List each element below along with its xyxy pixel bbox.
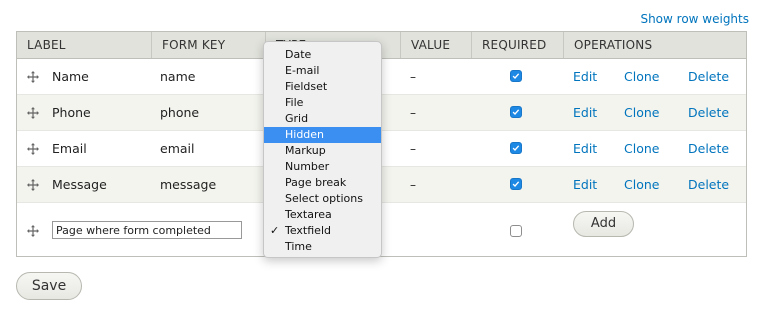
type-option-markup[interactable]: Markup	[264, 143, 381, 159]
column-header-operations: OPERATIONS	[563, 32, 746, 58]
option-label: Markup	[285, 144, 326, 157]
option-label: Grid	[285, 112, 309, 125]
required-checkbox[interactable]	[510, 142, 522, 154]
clone-link[interactable]: Clone	[624, 95, 659, 131]
drag-handle-icon[interactable]	[27, 107, 39, 119]
save-button[interactable]: Save	[16, 272, 82, 300]
option-label: Select options	[285, 192, 363, 205]
element-value: –	[410, 142, 416, 156]
element-label: Name	[52, 69, 89, 84]
type-option-date[interactable]: Date	[264, 47, 381, 63]
option-label: Time	[285, 240, 312, 253]
option-label: Number	[285, 160, 330, 173]
element-value: –	[410, 70, 416, 84]
element-label: Email	[52, 141, 87, 156]
option-label: E-mail	[285, 64, 320, 77]
column-header-required: REQUIRED	[471, 32, 563, 58]
type-option-hidden[interactable]: Hidden	[264, 127, 381, 143]
new-element-label-input[interactable]	[52, 221, 242, 239]
element-key: email	[160, 141, 195, 156]
type-option-fieldset[interactable]: Fieldset	[264, 79, 381, 95]
type-option-select-options[interactable]: Select options	[264, 191, 381, 207]
checkmark-icon	[512, 145, 520, 151]
drag-handle-icon[interactable]	[27, 143, 39, 155]
type-option-textfield[interactable]: ✓ Textfield	[264, 223, 381, 239]
webform-elements-page: Show row weights LABEL FORM KEY TYPE VAL…	[0, 0, 769, 318]
element-label: Message	[52, 177, 107, 192]
option-label: Textfield	[285, 224, 331, 237]
edit-link[interactable]: Edit	[573, 95, 597, 131]
type-option-grid[interactable]: Grid	[264, 111, 381, 127]
option-label: Fieldset	[285, 80, 328, 93]
option-label: File	[285, 96, 304, 109]
required-checkbox[interactable]	[510, 106, 522, 118]
drag-handle-icon[interactable]	[27, 225, 39, 237]
type-option-email[interactable]: E-mail	[264, 63, 381, 79]
checkmark-icon	[512, 181, 520, 187]
delete-link[interactable]: Delete	[688, 131, 729, 167]
element-value: –	[410, 178, 416, 192]
element-key: name	[160, 69, 196, 84]
option-label: Date	[285, 48, 312, 61]
column-header-label: LABEL	[27, 38, 66, 52]
delete-link[interactable]: Delete	[688, 167, 729, 203]
option-label: Textarea	[285, 208, 332, 221]
new-element-required-checkbox[interactable]	[510, 225, 522, 237]
column-header-form-key: FORM KEY	[151, 32, 265, 58]
element-label: Phone	[52, 105, 91, 120]
type-option-textarea[interactable]: Textarea	[264, 207, 381, 223]
show-row-weights-link[interactable]: Show row weights	[640, 12, 749, 26]
type-option-file[interactable]: File	[264, 95, 381, 111]
type-dropdown-menu: Date E-mail Fieldset File Grid Hidden Ma…	[263, 41, 382, 258]
type-option-time[interactable]: Time	[264, 239, 381, 255]
required-checkbox[interactable]	[510, 178, 522, 190]
checkmark-icon: ✓	[270, 224, 280, 237]
checkmark-icon	[512, 73, 520, 79]
element-value: –	[410, 106, 416, 120]
type-option-number[interactable]: Number	[264, 159, 381, 175]
required-checkbox[interactable]	[510, 70, 522, 82]
edit-link[interactable]: Edit	[573, 59, 597, 95]
column-header-value: VALUE	[400, 32, 471, 58]
delete-link[interactable]: Delete	[688, 95, 729, 131]
element-key: phone	[160, 105, 200, 120]
option-label: Page break	[285, 176, 347, 189]
edit-link[interactable]: Edit	[573, 167, 597, 203]
element-key: message	[160, 177, 217, 192]
clone-link[interactable]: Clone	[624, 59, 659, 95]
delete-link[interactable]: Delete	[688, 59, 729, 95]
drag-handle-icon[interactable]	[27, 71, 39, 83]
type-option-page-break[interactable]: Page break	[264, 175, 381, 191]
edit-link[interactable]: Edit	[573, 131, 597, 167]
drag-handle-icon[interactable]	[27, 179, 39, 191]
checkmark-icon	[512, 109, 520, 115]
option-label: Hidden	[285, 128, 325, 141]
clone-link[interactable]: Clone	[624, 167, 659, 203]
add-element-button[interactable]: Add	[573, 211, 634, 237]
clone-link[interactable]: Clone	[624, 131, 659, 167]
